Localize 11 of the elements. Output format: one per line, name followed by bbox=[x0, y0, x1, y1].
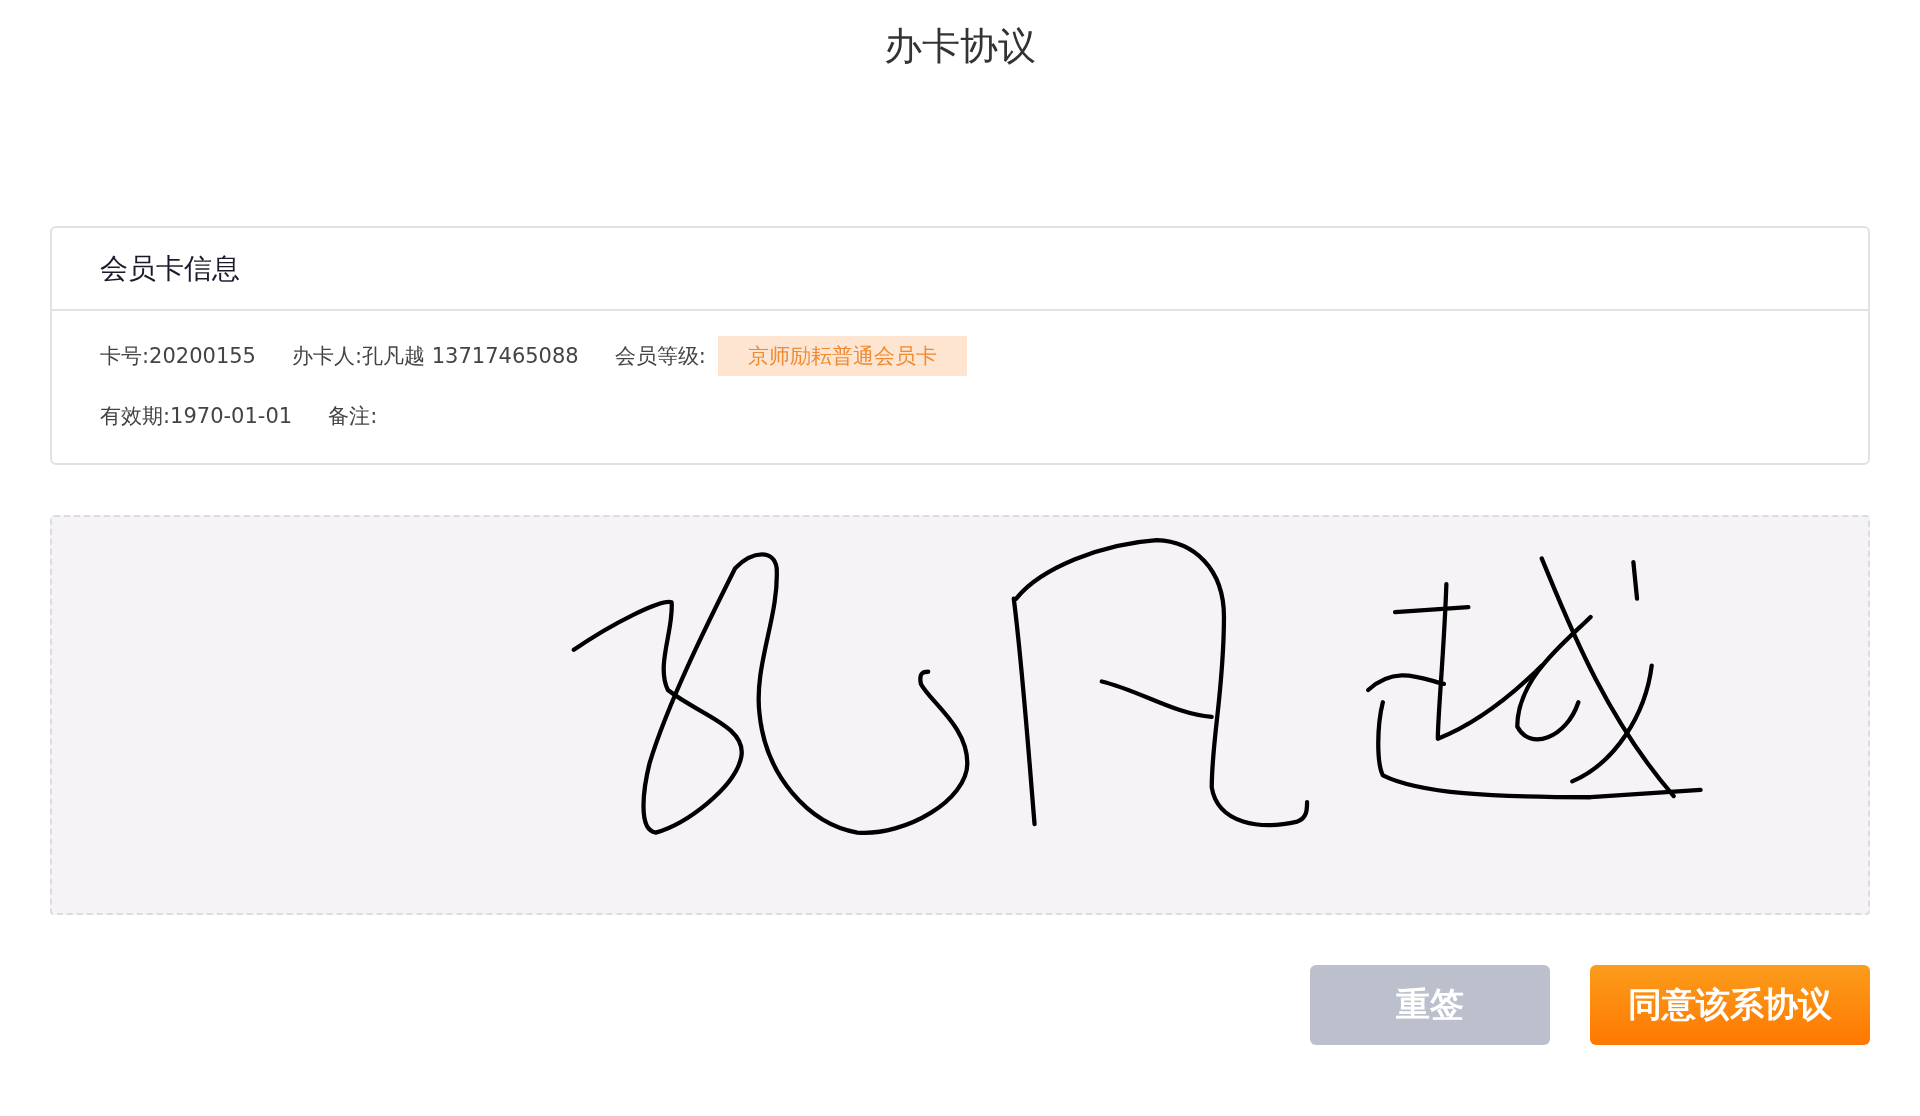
resign-button[interactable]: 重签 bbox=[1310, 965, 1550, 1045]
agree-button[interactable]: 同意该系协议 bbox=[1590, 965, 1870, 1045]
level-tag: 京师励耘普通会员卡 bbox=[717, 336, 967, 376]
card-heading: 会员卡信息 bbox=[100, 250, 240, 287]
page-title: 办卡协议 bbox=[884, 23, 1036, 70]
info-text: 有效期:1970-01-01 bbox=[100, 403, 293, 430]
signature-pad[interactable] bbox=[50, 515, 1870, 915]
info-text: 办卡人:孔凡越 13717465088 bbox=[291, 343, 579, 370]
info-label: 会员等级: bbox=[614, 343, 706, 370]
info-text: 备注: bbox=[328, 403, 378, 430]
info-text: 卡号:20200155 bbox=[100, 343, 256, 370]
